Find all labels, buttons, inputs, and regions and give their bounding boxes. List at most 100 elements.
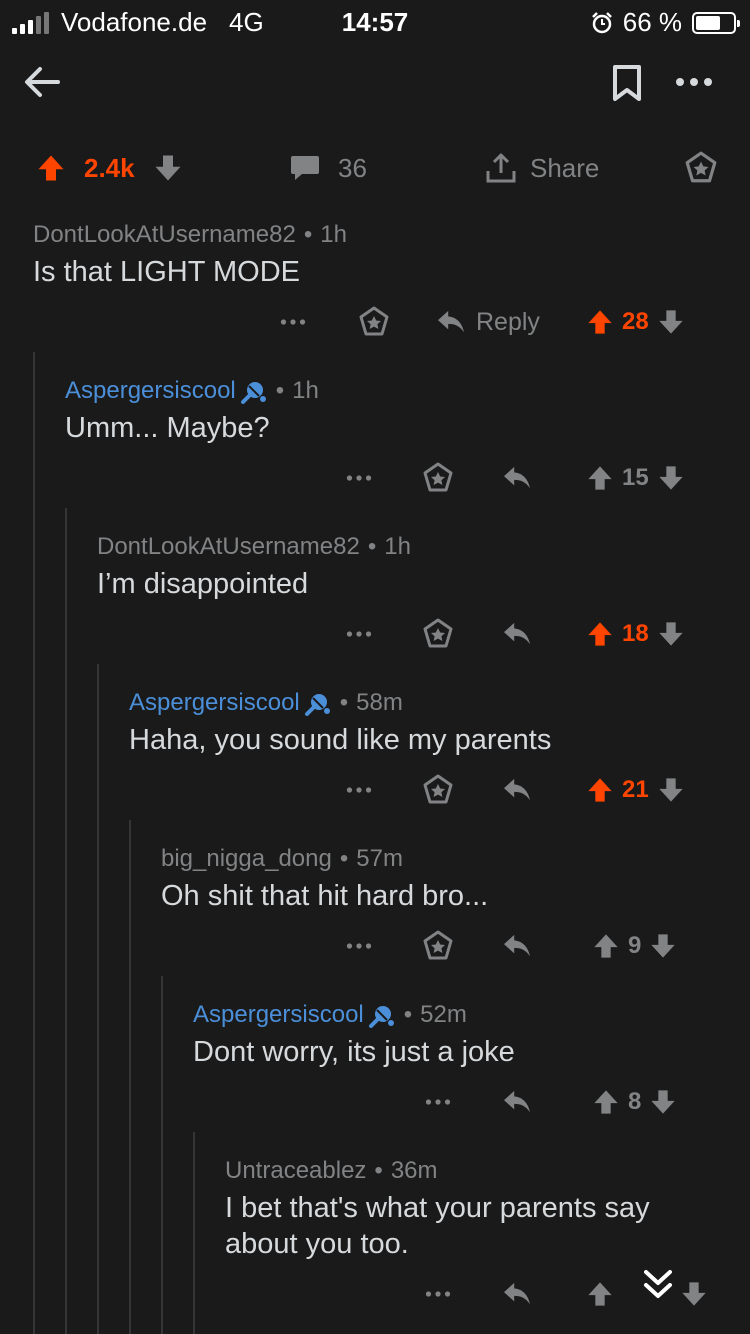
reply-button[interactable] xyxy=(502,1082,532,1122)
downvote-icon[interactable] xyxy=(153,153,183,183)
comment-award-button[interactable] xyxy=(422,614,454,654)
comment-author[interactable]: big_nigga_dong xyxy=(161,845,332,873)
downvote-icon[interactable] xyxy=(649,1088,677,1116)
reply-label: Reply xyxy=(476,307,540,336)
comment-time: 58m xyxy=(356,689,403,716)
comment-more-button[interactable] xyxy=(346,458,372,498)
downvote-icon[interactable] xyxy=(649,932,677,960)
comment-author[interactable]: Aspergersiscool xyxy=(129,689,300,717)
reply-button[interactable] xyxy=(502,1274,532,1314)
comment-body-line: about you too. xyxy=(225,1228,409,1260)
comment-meta: DontLookAtUsername82 • 1h xyxy=(33,221,347,249)
comment-body: Umm... Maybe? xyxy=(65,412,270,444)
comment-time: 57m xyxy=(356,845,403,872)
post-share-button[interactable]: Share xyxy=(484,140,599,196)
comment-body: Is that LIGHT MODE xyxy=(33,256,300,288)
comment-vote-group: 15 xyxy=(586,458,685,498)
comment-time: 52m xyxy=(420,1001,467,1028)
thread-line xyxy=(129,820,131,1334)
comment-author[interactable]: DontLookAtUsername82 xyxy=(97,533,360,561)
comment-vote-group: 21 xyxy=(586,770,685,810)
comment-author[interactable]: Aspergersiscool xyxy=(65,377,236,405)
comment-more-button[interactable] xyxy=(425,1274,451,1314)
more-icon xyxy=(280,318,306,326)
more-icon[interactable] xyxy=(672,64,716,100)
comment-award-button[interactable] xyxy=(422,458,454,498)
comment-time: 1h xyxy=(320,221,347,248)
award-icon xyxy=(358,306,390,338)
comment-more-button[interactable] xyxy=(280,302,306,342)
comment-actions: 18 xyxy=(0,614,750,654)
award-icon xyxy=(422,774,454,806)
battery-percent: 66 % xyxy=(622,7,682,37)
comment-body: Haha, you sound like my parents xyxy=(129,724,552,756)
reply-button[interactable] xyxy=(502,614,532,654)
comment-actions: 9 xyxy=(0,926,750,966)
downvote-icon[interactable] xyxy=(657,620,685,648)
comment-more-button[interactable] xyxy=(425,1082,451,1122)
comment-score: 18 xyxy=(622,620,649,647)
comment-more-button[interactable] xyxy=(346,770,372,810)
battery-fill xyxy=(696,15,720,30)
reply-button[interactable] xyxy=(502,770,532,810)
upvote-icon[interactable] xyxy=(586,776,614,804)
comment-author[interactable]: DontLookAtUsername82 xyxy=(33,221,296,249)
comment-actions: 15 xyxy=(0,458,750,498)
reply-icon xyxy=(502,777,532,803)
reply-icon xyxy=(502,933,532,959)
comment-actions: 8 xyxy=(0,1082,750,1122)
downvote-icon[interactable] xyxy=(657,776,685,804)
chevron-down-icon[interactable] xyxy=(640,1268,676,1302)
comment-more-button[interactable] xyxy=(346,614,372,654)
comment-body: I bet that's what your parents say about… xyxy=(225,1190,650,1262)
status-bar: Vodafone.de 4G 14:57 66 % xyxy=(0,0,750,42)
comment-score: 28 xyxy=(622,308,649,335)
comment-actions xyxy=(0,1274,750,1314)
upvote-icon[interactable] xyxy=(36,153,66,183)
share-label: Share xyxy=(530,152,600,183)
bookmark-icon[interactable] xyxy=(612,64,642,102)
comment-award-button[interactable] xyxy=(422,770,454,810)
back-arrow-icon[interactable] xyxy=(22,62,62,102)
comment-meta: Aspergersiscool • 1h xyxy=(65,377,319,405)
comment-author[interactable]: Aspergersiscool xyxy=(193,1001,364,1029)
downvote-icon[interactable] xyxy=(657,308,685,336)
reply-icon xyxy=(502,1089,532,1115)
award-icon xyxy=(422,618,454,650)
comment-body-line: I bet that's what your parents say xyxy=(225,1192,650,1224)
more-icon xyxy=(346,630,372,638)
comment-time: 36m xyxy=(390,1157,438,1184)
comment-score: 15 xyxy=(622,464,649,491)
downvote-icon[interactable] xyxy=(657,464,685,492)
comment-award-button[interactable] xyxy=(358,302,390,342)
thread-line xyxy=(33,352,35,1334)
comment-meta: Aspergersiscool • 58m xyxy=(129,689,403,717)
more-icon xyxy=(346,786,372,794)
comment-more-button[interactable] xyxy=(346,926,372,966)
upvote-icon[interactable] xyxy=(592,1088,620,1116)
comment-time: 1h xyxy=(384,533,411,560)
comment-award-button[interactable] xyxy=(422,926,454,966)
reply-button[interactable] xyxy=(502,926,532,966)
comment-icon xyxy=(291,156,319,180)
downvote-icon[interactable] xyxy=(680,1280,708,1308)
reply-button[interactable]: Reply xyxy=(436,302,540,342)
comment-author[interactable]: Untraceablez xyxy=(225,1157,366,1185)
post-vote-group: 2.4k xyxy=(36,140,183,196)
upvote-icon[interactable] xyxy=(586,1280,614,1308)
post-award-button[interactable] xyxy=(684,140,718,196)
reply-button[interactable] xyxy=(502,458,532,498)
comment-time: 1h xyxy=(292,377,319,404)
upvote-icon[interactable] xyxy=(586,464,614,492)
comment-body: Oh shit that hit hard bro... xyxy=(161,880,489,912)
post-score: 2.4k xyxy=(84,152,135,183)
reply-icon xyxy=(502,465,532,491)
upvote-icon[interactable] xyxy=(586,620,614,648)
upvote-icon[interactable] xyxy=(586,308,614,336)
reply-icon xyxy=(502,621,532,647)
reply-icon xyxy=(436,309,466,335)
upvote-icon[interactable] xyxy=(592,932,620,960)
more-icon xyxy=(346,942,372,950)
comment-meta: big_nigga_dong • 57m xyxy=(161,845,403,873)
post-comments-button[interactable]: 36 xyxy=(290,140,367,196)
